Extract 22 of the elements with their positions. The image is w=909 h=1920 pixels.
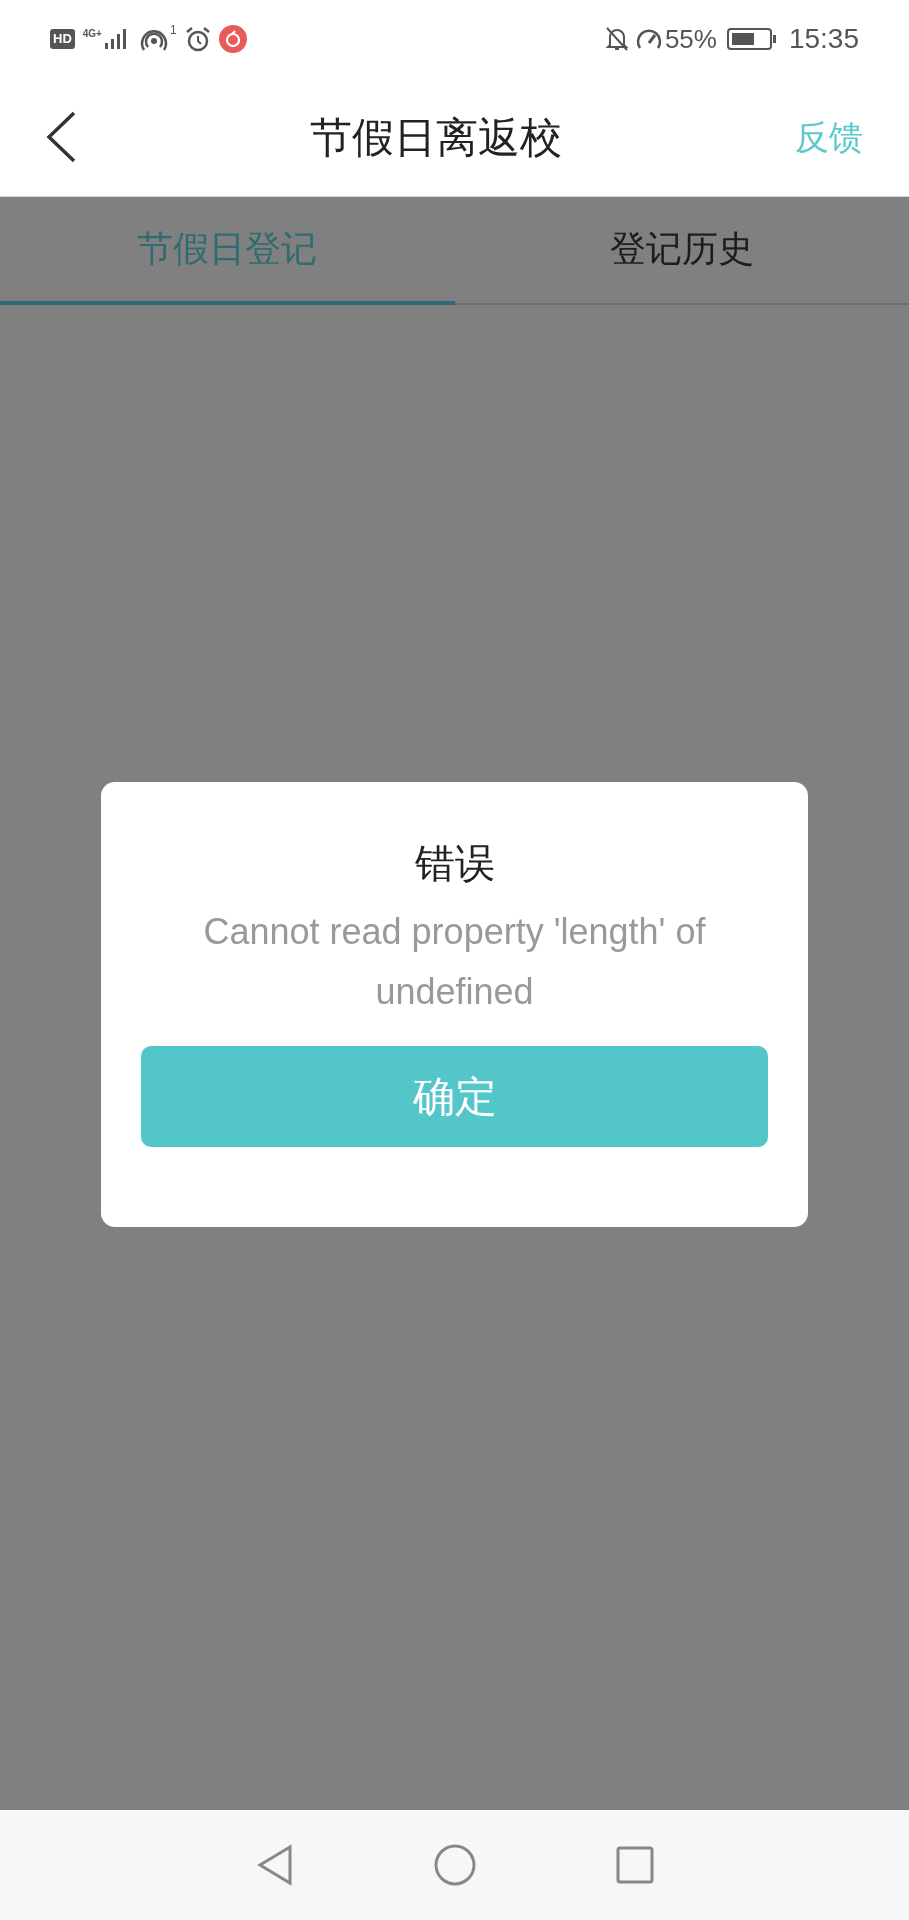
battery-icon [726, 27, 777, 51]
confirm-button[interactable]: 确定 [141, 1046, 768, 1147]
feedback-button[interactable]: 反馈 [795, 111, 863, 163]
hotspot-icon [139, 27, 168, 51]
page-title: 节假日离返校 [309, 112, 562, 163]
battery-percentage: 55% [664, 22, 717, 56]
back-nav-icon[interactable] [255, 1844, 294, 1886]
app-notification-icon [218, 25, 247, 53]
error-message: Cannot read property 'length' of undefined [202, 910, 707, 1014]
signal-icon [103, 28, 128, 50]
clock-time: 15:35 [788, 22, 859, 56]
hd-badge: HD [50, 29, 75, 49]
alarm-clock-icon [184, 26, 211, 52]
dialog-title: 错误 [414, 840, 495, 887]
tab[interactable]: 节假日登记 [0, 197, 455, 305]
hotspot-count: 1 [169, 22, 177, 39]
home-nav-icon[interactable] [433, 1844, 476, 1886]
network-type: 4G+ [82, 29, 102, 39]
bell-off-icon [604, 26, 629, 52]
back-icon[interactable] [46, 111, 76, 163]
tab[interactable]: 登记历史 [454, 197, 909, 305]
recents-nav-icon[interactable] [615, 1846, 654, 1884]
